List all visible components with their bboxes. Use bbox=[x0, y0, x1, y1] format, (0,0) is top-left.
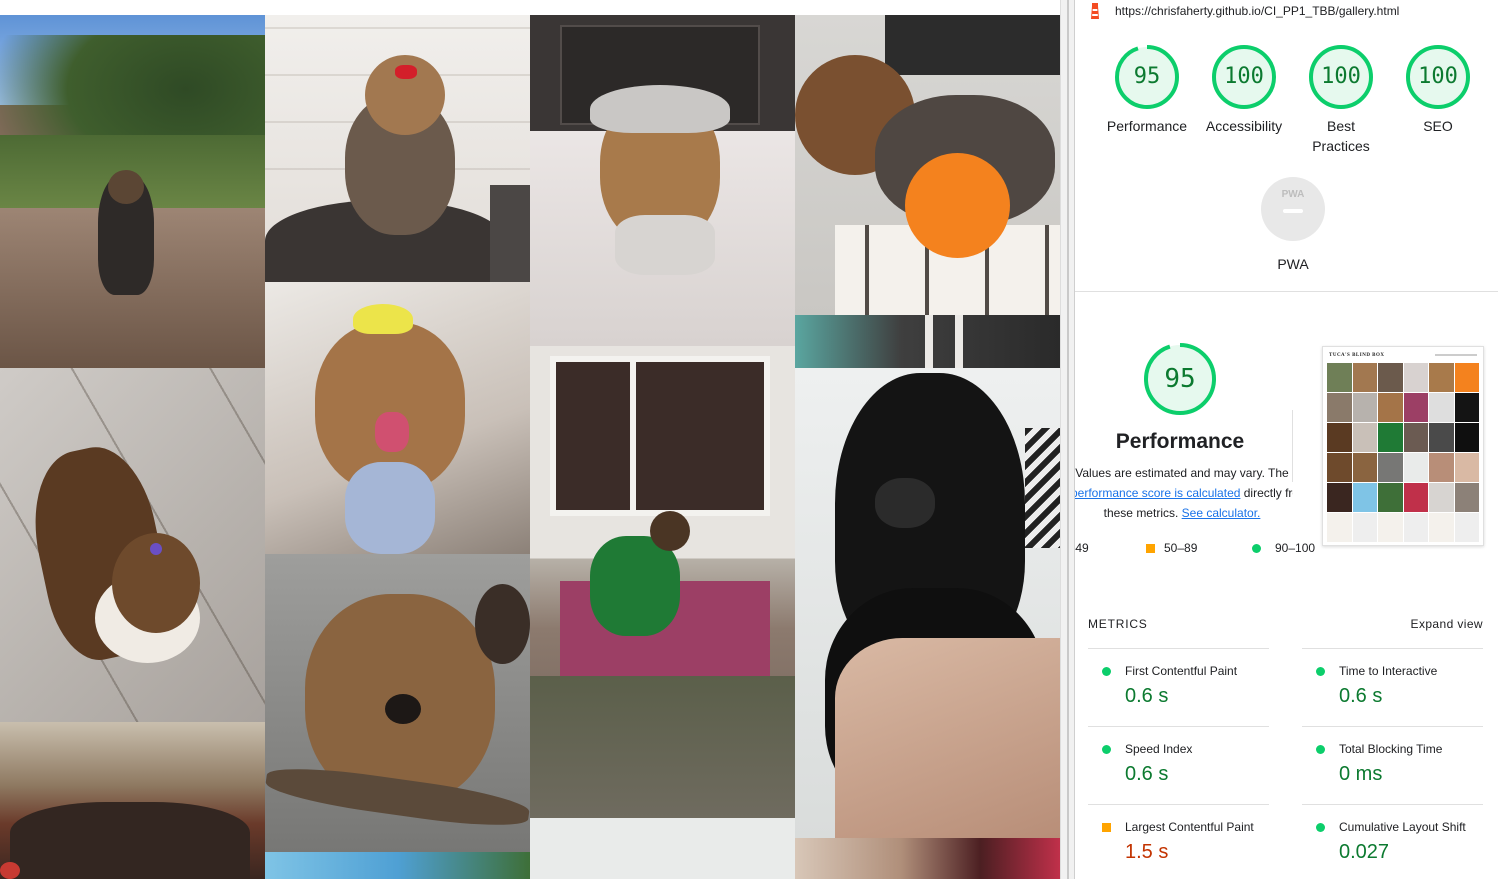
yorkie-yellow-crown-photo[interactable] bbox=[265, 282, 530, 554]
metric-value: 0.6 s bbox=[1339, 685, 1383, 707]
metric-name: First Contentful Paint bbox=[1125, 664, 1238, 678]
thumbnail-nav bbox=[1435, 354, 1477, 356]
pass-circle-icon bbox=[1102, 667, 1111, 676]
gauge-label: Best Practices bbox=[1312, 118, 1370, 154]
photo-gallery bbox=[0, 0, 1060, 879]
pwa-badge-icon: PWA bbox=[1261, 177, 1325, 241]
svg-text:PWA: PWA bbox=[1282, 189, 1305, 200]
legend-pass-label: 90–100 bbox=[1275, 541, 1316, 555]
section-divider bbox=[1075, 291, 1498, 292]
table-photo[interactable] bbox=[0, 722, 265, 879]
screen: https://chrisfaherty.github.io/CI_PP1_TB… bbox=[0, 0, 1498, 879]
yorkie-close-up-photo[interactable] bbox=[265, 554, 530, 852]
legend-average-label: 50–89 bbox=[1164, 541, 1198, 555]
person-photo[interactable] bbox=[795, 838, 1060, 879]
metric-value: 0.027 bbox=[1339, 841, 1390, 863]
yorkie-red-bow-photo[interactable] bbox=[265, 15, 530, 282]
pass-circle-icon bbox=[1316, 823, 1325, 832]
see-calculator-link[interactable]: See calculator. bbox=[1182, 506, 1261, 520]
metric-name: Speed Index bbox=[1125, 742, 1193, 756]
metric-value: 0.6 s bbox=[1125, 763, 1169, 785]
gauge-label: Performance bbox=[1106, 118, 1188, 134]
final-screenshot-thumbnail[interactable]: TUCA'S BLIND BOX bbox=[1322, 346, 1484, 546]
metrics-heading: METRICS bbox=[1088, 617, 1148, 631]
legend-pass: 90–100 bbox=[1252, 541, 1315, 555]
score-value: 100 bbox=[1321, 64, 1361, 89]
metric-value: 0.6 s bbox=[1125, 685, 1169, 707]
report-url-bar: https://chrisfaherty.github.io/CI_PP1_TB… bbox=[1075, 0, 1498, 22]
yorkie-orange-ball-photo[interactable] bbox=[795, 15, 1060, 315]
metric-first-contentful-paint: First Contentful Paint 0.6 s bbox=[1088, 648, 1269, 726]
yorkie-grey-hat-photo[interactable] bbox=[530, 15, 795, 346]
metric-largest-contentful-paint: Largest Contentful Paint 1.5 s bbox=[1088, 804, 1269, 879]
gauge-label: Accessibility bbox=[1205, 118, 1283, 134]
performance-score-gauge: 95 bbox=[1142, 341, 1218, 417]
gauge-pwa[interactable]: PWA PWA bbox=[1243, 176, 1343, 272]
black-labrador-photo[interactable] bbox=[795, 368, 1060, 838]
metric-value: 0 ms bbox=[1339, 763, 1383, 785]
metric-value: 1.5 s bbox=[1125, 841, 1169, 863]
legend-fail: 0–49 bbox=[1075, 541, 1089, 555]
gauge-label: SEO bbox=[1423, 118, 1453, 134]
panel-resize-handle[interactable] bbox=[1060, 0, 1075, 879]
metric-cumulative-layout-shift: Cumulative Layout Shift 0.027 bbox=[1302, 804, 1483, 879]
score-value: 100 bbox=[1224, 64, 1264, 89]
thumbnail-grid bbox=[1327, 363, 1479, 542]
pass-circle-icon bbox=[1316, 667, 1325, 676]
performance-description: Values are estimated and may vary. The p… bbox=[1075, 463, 1293, 523]
lighthouse-report-panel: https://chrisfaherty.github.io/CI_PP1_TB… bbox=[1075, 0, 1498, 879]
score-value: 100 bbox=[1418, 64, 1458, 89]
average-square-icon bbox=[1146, 543, 1155, 553]
expand-view-toggle[interactable]: Expand view bbox=[1411, 617, 1483, 631]
sky-photo[interactable] bbox=[265, 852, 530, 879]
wall-photo[interactable] bbox=[530, 818, 795, 879]
desk-photo[interactable] bbox=[795, 315, 1060, 368]
metric-speed-index: Speed Index 0.6 s bbox=[1088, 726, 1269, 804]
average-square-icon bbox=[1102, 823, 1111, 832]
metric-name: Cumulative Layout Shift bbox=[1339, 820, 1466, 834]
score-calculation-link[interactable]: performance score is calculated bbox=[1075, 486, 1240, 500]
vertical-divider bbox=[1292, 410, 1293, 482]
desc-text: Values are estimated and may vary. The bbox=[1075, 466, 1289, 480]
legend-average: 50–89 bbox=[1146, 541, 1197, 555]
gauge-performance[interactable]: 95 Performance bbox=[1102, 44, 1192, 136]
metric-name: Time to Interactive bbox=[1339, 664, 1438, 678]
metric-name: Largest Contentful Paint bbox=[1125, 820, 1254, 834]
desc-text: these metrics. bbox=[1103, 506, 1182, 520]
yorkie-brown-coat-photo[interactable] bbox=[0, 368, 265, 722]
desc-text: directly from bbox=[1243, 486, 1293, 500]
pass-circle-icon bbox=[1252, 543, 1261, 553]
pass-circle-icon bbox=[1316, 745, 1325, 754]
performance-heading: Performance bbox=[1115, 430, 1245, 453]
gauge-accessibility[interactable]: 100 Accessibility bbox=[1199, 44, 1289, 136]
yorkie-garden-photo[interactable] bbox=[0, 15, 265, 368]
gauge-label: PWA bbox=[1277, 256, 1309, 272]
score-value: 95 bbox=[1133, 64, 1161, 89]
score-value: 95 bbox=[1164, 364, 1196, 394]
gauge-seo[interactable]: 100 SEO bbox=[1393, 44, 1483, 136]
resize-grip bbox=[1067, 0, 1069, 879]
pass-circle-icon bbox=[1102, 745, 1111, 754]
lighthouse-icon bbox=[1091, 3, 1099, 19]
report-url-link[interactable]: https://chrisfaherty.github.io/CI_PP1_TB… bbox=[1115, 4, 1399, 18]
gauge-best-practices[interactable]: 100 Best Practices bbox=[1296, 44, 1386, 156]
metric-time-to-interactive: Time to Interactive 0.6 s bbox=[1302, 648, 1483, 726]
yorkie-window-photo[interactable] bbox=[530, 346, 795, 818]
metric-name: Total Blocking Time bbox=[1339, 742, 1443, 756]
legend-fail-label: 0–49 bbox=[1075, 541, 1089, 555]
thumbnail-site-title: TUCA'S BLIND BOX bbox=[1329, 353, 1385, 358]
metric-total-blocking-time: Total Blocking Time 0 ms bbox=[1302, 726, 1483, 804]
